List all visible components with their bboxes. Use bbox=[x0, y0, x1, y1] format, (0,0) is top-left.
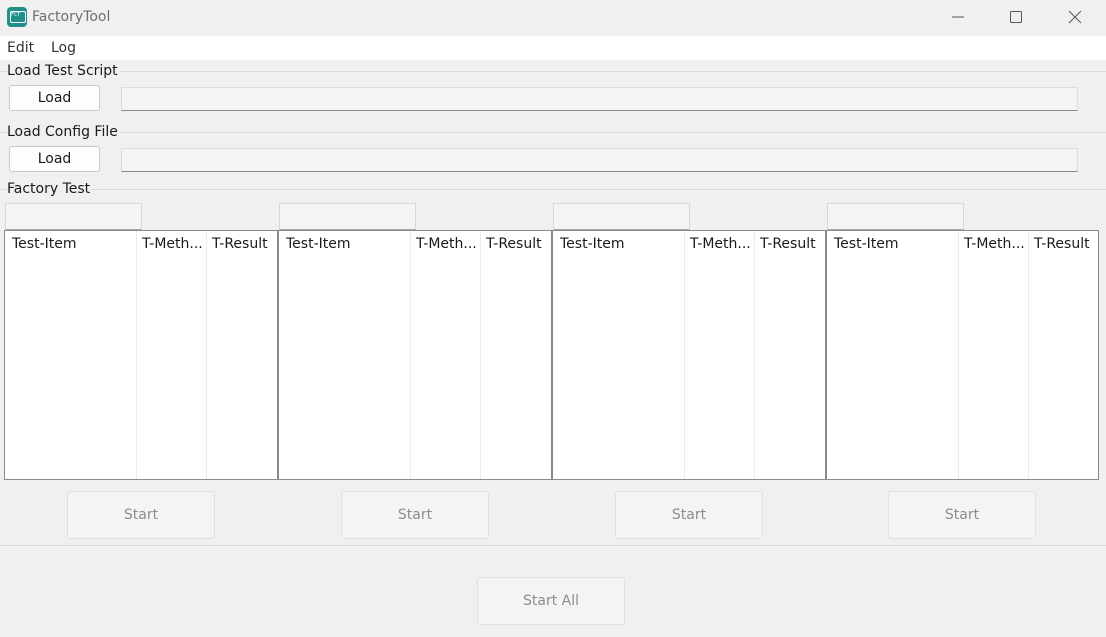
menu-bar: Edit Log bbox=[0, 36, 1106, 60]
factory-test-group-line bbox=[0, 189, 1106, 190]
column-header-test-method[interactable]: T-Meth... bbox=[964, 236, 1025, 252]
column-separator bbox=[206, 231, 207, 479]
slot-1-start-button[interactable]: Start bbox=[67, 491, 215, 539]
slot-4-start-button[interactable]: Start bbox=[888, 491, 1036, 539]
column-header-test-result[interactable]: T-Result bbox=[212, 236, 268, 252]
column-header-test-result[interactable]: T-Result bbox=[1034, 236, 1090, 252]
column-separator bbox=[958, 231, 959, 479]
maximize-icon bbox=[1010, 11, 1022, 23]
column-separator bbox=[410, 231, 411, 479]
column-separator bbox=[754, 231, 755, 479]
factorytool-app-icon: FCT bbox=[7, 7, 27, 27]
column-header-test-result[interactable]: T-Result bbox=[486, 236, 542, 252]
test-script-path-field[interactable] bbox=[121, 87, 1078, 111]
start-all-button[interactable]: Start All bbox=[477, 577, 625, 625]
column-separator bbox=[684, 231, 685, 479]
slot-1-test-table[interactable]: Test-Item T-Meth... T-Result bbox=[4, 230, 278, 480]
start-all-separator bbox=[0, 545, 1106, 546]
maximize-button[interactable] bbox=[987, 0, 1045, 34]
column-header-test-item[interactable]: Test-Item bbox=[560, 236, 625, 252]
column-header-test-result[interactable]: T-Result bbox=[760, 236, 816, 252]
config-file-group-line bbox=[0, 132, 1106, 133]
load-test-script-button[interactable]: Load bbox=[9, 85, 100, 111]
column-header-test-method[interactable]: T-Meth... bbox=[142, 236, 203, 252]
minimize-button[interactable] bbox=[929, 0, 987, 34]
slot-1-field[interactable] bbox=[5, 203, 142, 230]
column-header-test-method[interactable]: T-Meth... bbox=[416, 236, 477, 252]
menu-log[interactable]: Log bbox=[51, 40, 76, 56]
config-file-group-label: Load Config File bbox=[7, 124, 120, 140]
title-bar[interactable]: FCT FactoryTool bbox=[0, 0, 1106, 36]
test-script-group-label: Load Test Script bbox=[7, 63, 120, 79]
slot-4-field[interactable] bbox=[827, 203, 964, 230]
column-separator bbox=[480, 231, 481, 479]
column-header-test-item[interactable]: Test-Item bbox=[834, 236, 899, 252]
slot-3-test-table[interactable]: Test-Item T-Meth... T-Result bbox=[552, 230, 826, 480]
slot-3-field[interactable] bbox=[553, 203, 690, 230]
close-button[interactable] bbox=[1046, 0, 1104, 34]
load-config-file-button[interactable]: Load bbox=[9, 146, 100, 172]
slot-3-start-button[interactable]: Start bbox=[615, 491, 763, 539]
slot-2-test-table[interactable]: Test-Item T-Meth... T-Result bbox=[278, 230, 552, 480]
column-header-test-method[interactable]: T-Meth... bbox=[690, 236, 751, 252]
column-separator bbox=[136, 231, 137, 479]
app-icon-text: FCT bbox=[11, 12, 21, 18]
column-header-test-item[interactable]: Test-Item bbox=[12, 236, 77, 252]
minimize-icon bbox=[952, 16, 964, 18]
config-file-path-field[interactable] bbox=[121, 148, 1078, 172]
factory-test-group-label: Factory Test bbox=[7, 181, 93, 197]
slot-2-start-button[interactable]: Start bbox=[341, 491, 489, 539]
column-separator bbox=[1028, 231, 1029, 479]
slot-4-test-table[interactable]: Test-Item T-Meth... T-Result bbox=[826, 230, 1099, 480]
test-script-group-line bbox=[0, 71, 1106, 72]
menu-edit[interactable]: Edit bbox=[7, 40, 34, 56]
close-icon bbox=[1068, 10, 1082, 24]
window-title: FactoryTool bbox=[32, 9, 111, 25]
column-header-test-item[interactable]: Test-Item bbox=[286, 236, 351, 252]
slot-2-field[interactable] bbox=[279, 203, 416, 230]
